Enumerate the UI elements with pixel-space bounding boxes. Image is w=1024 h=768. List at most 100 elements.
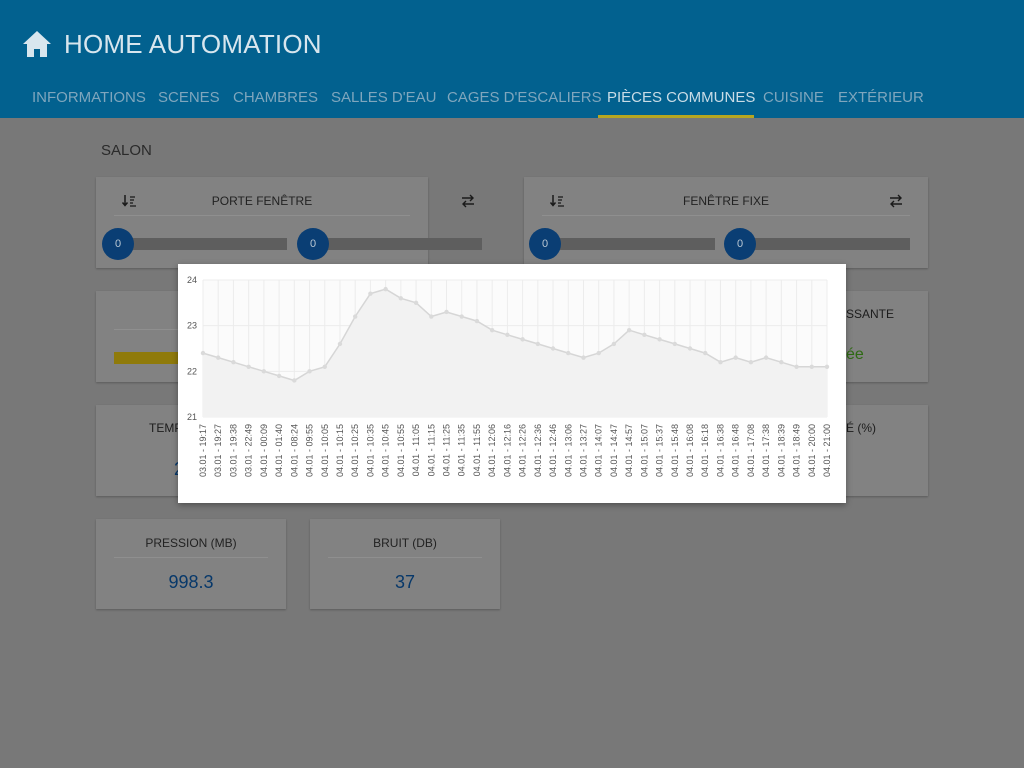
chart-x-tick-label: 04.01 - 11:55 [472, 424, 482, 476]
chart-x-tick-label: 04.01 - 15:07 [639, 424, 649, 477]
swap-icon[interactable] [888, 193, 904, 209]
level-bar[interactable] [114, 352, 178, 364]
chart-data-point [642, 332, 647, 337]
chart-x-tick-label: 04.01 - 12:36 [533, 424, 543, 477]
tab-chambres[interactable]: CHAMBRES [233, 82, 318, 118]
chart-x-tick-label: 04.01 - 08:24 [289, 424, 299, 477]
chart-x-tick-label: 04.01 - 12:16 [502, 424, 512, 477]
shutter-slider-knob[interactable]: 0 [297, 228, 329, 260]
chart-data-point [703, 350, 708, 356]
temperature-chart: 21 22 23 24 03.01 - 19:17 03.01 - 19:27 03.01 … [187, 275, 832, 477]
chart-x-tick-label: 04.01 - 09:55 [305, 424, 315, 477]
chart-x-tick-label: 04.01 - 13:27 [578, 424, 588, 477]
swap-icon[interactable] [460, 193, 476, 209]
chart-popup[interactable]: 21 22 23 24 03.01 - 19:17 03.01 - 19:27 03.01 … [178, 264, 846, 503]
chart-data-point [489, 328, 495, 333]
tab-bar: INFORMATIONS SCENES CHAMBRES SALLES D'EA… [0, 82, 1024, 118]
chart-data-point [672, 341, 678, 347]
shutter-slider-track[interactable] [311, 238, 482, 250]
chart-x-tick-label: 04.01 - 12:26 [518, 424, 528, 477]
shutter-slider-track[interactable] [120, 238, 287, 250]
chart-data-point [748, 360, 754, 365]
chart-data-point [459, 314, 464, 319]
chart-x-tick-label: 04.01 - 20:00 [807, 424, 817, 477]
tab-scenes[interactable]: SCENES [158, 82, 220, 118]
chart-data-point [413, 300, 419, 306]
app-brand: HOME AUTOMATION [22, 26, 322, 62]
chart-data-point [368, 291, 373, 296]
chart-x-tick-label: 04.01 - 01:40 [274, 424, 284, 477]
pressure-value: 998.3 [168, 572, 214, 592]
card-divider [542, 215, 910, 216]
chart-data-point [596, 350, 601, 356]
chart-x-tick-label: 04.01 - 15:37 [655, 424, 665, 477]
chart-x-tick-label: 04.01 - 14:07 [594, 424, 604, 477]
chart-x-tick-label: 04.01 - 11:25 [442, 424, 452, 476]
chart-data-point [383, 286, 388, 292]
chart-x-tick-label: 04.01 - 10:05 [320, 424, 330, 477]
card-title: PORTE FENÊTRE [211, 194, 313, 208]
chart-x-tick-label: 03.01 - 19:17 [198, 424, 208, 477]
card-title: É (%) [846, 421, 876, 435]
chart-x-tick-label: 04.01 - 16:38 [715, 424, 725, 477]
chart-data-point [581, 355, 586, 360]
chart-data-point [611, 341, 617, 347]
tab-pieces-communes[interactable]: PIÈCES COMMUNES [607, 82, 755, 118]
tab-informations[interactable]: INFORMATIONS [32, 82, 146, 118]
chart-data-point [398, 296, 404, 301]
chart-x-tick-label: 04.01 - 10:25 [350, 424, 360, 477]
app-title: HOME AUTOMATION [64, 28, 322, 59]
chart-data-point [292, 378, 297, 383]
shutter-slider-knob[interactable]: 0 [724, 228, 756, 260]
noise-value: 37 [394, 572, 416, 592]
noise-card: BRUIT (DB) 37 [310, 519, 500, 609]
shutter-slider-knob[interactable]: 0 [102, 228, 134, 260]
chart-data-point [687, 346, 693, 351]
chart-x-tick-label: 04.01 - 14:47 [609, 424, 619, 477]
chart-data-point [824, 364, 830, 369]
chart-data-point [246, 364, 251, 369]
chart-x-tick-label: 04.01 - 16:18 [700, 424, 710, 477]
status-value: ée [846, 346, 864, 363]
tab-cages-d-escaliers[interactable]: CAGES D'ESCALIERS [447, 82, 602, 118]
tab-exterieur[interactable]: EXTÉRIEUR [838, 82, 924, 118]
section-title: SALON [101, 142, 152, 159]
chart-data-point [809, 364, 814, 369]
shutter-slider-track[interactable] [739, 238, 910, 250]
chart-y-tick-label: 24 [187, 275, 197, 285]
chart-x-tick-label: 04.01 - 12:06 [487, 424, 497, 477]
chart-x-tick-label: 04.01 - 16:08 [685, 424, 695, 477]
tab-salles-d-eau[interactable]: SALLES D'EAU [331, 82, 436, 118]
chart-data-point [322, 364, 327, 369]
chart-data-point [626, 328, 632, 333]
pressure-card: PRESSION (MB) 998.3 [96, 519, 286, 609]
chart-x-tick-label: 04.01 - 11:15 [426, 424, 436, 476]
shutter-slider-knob[interactable]: 0 [529, 228, 561, 260]
tab-cuisine[interactable]: CUISINE [763, 82, 824, 118]
chart-x-tick-label: 04.01 - 10:35 [365, 424, 375, 477]
shutter-card-porte-fenetre: PORTE FENÊTRE 0 0 [96, 177, 482, 268]
chart-x-tick-label: 04.01 - 11:35 [457, 424, 467, 476]
card-divider [114, 557, 268, 558]
chart-x-tick-label: 04.01 - 13:06 [563, 424, 573, 477]
chart-data-point [794, 364, 799, 369]
card-title: PRESSION (MB) [145, 536, 237, 550]
chart-data-point [352, 314, 358, 319]
chart-x-tick-label: 04.01 - 21:00 [822, 424, 832, 477]
shutter-slider-track[interactable] [548, 238, 715, 250]
chart-data-point [733, 355, 738, 360]
chart-x-tick-label: 04.01 - 17:08 [746, 424, 756, 477]
chart-x-tick-label: 04.01 - 18:49 [792, 424, 802, 477]
chart-data-point [276, 373, 282, 379]
chart-data-point [763, 355, 769, 360]
chart-data-point [216, 355, 221, 360]
chart-x-tick-label: 04.01 - 10:15 [335, 424, 345, 477]
chart-data-point [429, 314, 434, 319]
home-icon[interactable] [22, 30, 52, 58]
chart-x-tick-label: 03.01 - 19:38 [228, 424, 238, 477]
chart-data-point [337, 341, 343, 347]
chart-x-tick-label: 04.01 - 10:45 [381, 424, 391, 477]
chart-x-tick-label: 03.01 - 19:27 [213, 424, 223, 477]
chart-x-tick-label: 04.01 - 12:46 [548, 424, 558, 477]
chart-y-tick-label: 21 [187, 412, 197, 422]
